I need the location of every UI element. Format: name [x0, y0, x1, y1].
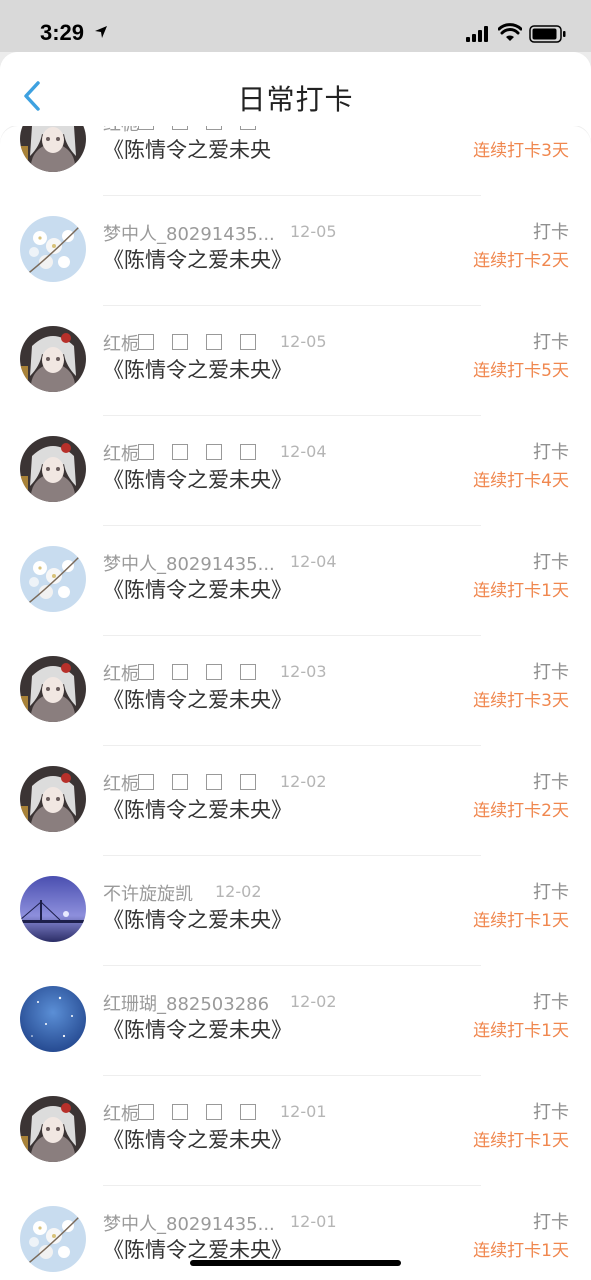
checkin-date: 12-02: [280, 772, 327, 791]
streak-count: 连续打卡4天: [473, 471, 569, 491]
list-item[interactable]: 不许旋旋凯 12-02 《陈情令之爱未央》 打卡连续打卡1天: [0, 856, 591, 966]
streak-count: 连续打卡2天: [473, 801, 569, 821]
status-time: 3:29: [40, 20, 85, 45]
checkin-label: 打卡: [533, 442, 569, 463]
streak-count: 连续打卡1天: [473, 1131, 569, 1151]
streak-count: 连续打卡1天: [473, 1241, 569, 1261]
checkin-date: 12-04: [290, 552, 337, 571]
list-item[interactable]: 红栀 12-02 《陈情令之爱未央》 打卡连续打卡2天: [0, 746, 591, 856]
missing-glyph-boxes: [138, 1104, 256, 1123]
page-title: 日常打卡: [237, 83, 354, 116]
checkin-date: 12-01: [280, 1102, 327, 1121]
user-name[interactable]: 梦中人_80291435...: [103, 220, 275, 246]
home-indicator: [190, 1260, 401, 1266]
avatar[interactable]: [20, 326, 86, 392]
missing-glyph-boxes: [138, 444, 256, 463]
checkin-date: 12-05: [290, 222, 337, 241]
book-title: 《陈情令之爱未央》: [103, 578, 292, 602]
checkin-label: 打卡: [533, 1102, 569, 1123]
status-bar: 3:29: [0, 0, 591, 52]
avatar[interactable]: [20, 546, 86, 612]
checkin-date: 12-01: [290, 1212, 337, 1231]
book-title: 《陈情令之爱未央》: [103, 798, 292, 822]
checkin-list[interactable]: 红栀《陈情令之爱未央连续打卡3天 梦中人_80291435...12-05《陈情…: [0, 106, 591, 1280]
checkin-label: 打卡: [533, 222, 569, 243]
checkin-label: 打卡: [533, 552, 569, 573]
list-item[interactable]: 红栀 12-01 《陈情令之爱未央》 打卡连续打卡1天: [0, 1076, 591, 1186]
battery-icon: [529, 25, 566, 43]
checkin-date: 12-05: [280, 332, 327, 351]
checkin-label: 打卡: [533, 1212, 569, 1233]
book-title: 《陈情令之爱未央》: [103, 908, 292, 932]
streak-count: 连续打卡3天: [473, 141, 569, 161]
checkin-label: 打卡: [533, 332, 569, 353]
list-item[interactable]: 梦中人_80291435... 12-04 《陈情令之爱未央》 打卡连续打卡1天: [0, 526, 591, 636]
user-name[interactable]: 红栀: [103, 330, 139, 356]
streak-count: 连续打卡5天: [473, 361, 569, 381]
book-title: 《陈情令之爱未央》: [103, 688, 292, 712]
checkin-label: 打卡: [533, 662, 569, 683]
avatar[interactable]: [20, 876, 86, 942]
missing-glyph-boxes: [138, 774, 256, 793]
streak-count: 连续打卡1天: [473, 581, 569, 601]
user-name[interactable]: 梦中人_80291435...: [103, 1210, 275, 1236]
list-item[interactable]: 梦中人_80291435... 12-05 《陈情令之爱未央》 打卡连续打卡2天: [0, 196, 591, 306]
avatar[interactable]: [20, 436, 86, 502]
avatar[interactable]: [20, 986, 86, 1052]
book-title: 《陈情令之爱未央》: [103, 1018, 292, 1042]
avatar[interactable]: [20, 216, 86, 282]
list-item[interactable]: 红栀 12-05 《陈情令之爱未央》 打卡连续打卡5天: [0, 306, 591, 416]
user-name[interactable]: 梦中人_80291435...: [103, 550, 275, 576]
avatar[interactable]: [20, 1206, 86, 1272]
avatar[interactable]: [20, 1096, 86, 1162]
cellular-signal-icon: [466, 26, 488, 42]
wifi-icon: [498, 23, 522, 41]
list-item[interactable]: 红珊瑚_882503286 12-02 《陈情令之爱未央》 打卡连续打卡1天: [0, 966, 591, 1076]
list-item[interactable]: 红栀 12-03 《陈情令之爱未央》 打卡连续打卡3天: [0, 636, 591, 746]
book-title: 《陈情令之爱未央》: [103, 1128, 292, 1152]
missing-glyph-boxes: [138, 334, 256, 353]
book-title: 《陈情令之爱未央》: [103, 248, 292, 272]
missing-glyph-boxes: [138, 664, 256, 683]
book-title: 《陈情令之爱未央》: [103, 358, 292, 382]
list-item[interactable]: 红栀 12-04 《陈情令之爱未央》 打卡连续打卡4天: [0, 416, 591, 526]
main-card: 日常打卡 红栀《陈情令之爱未央连续打卡3天 梦中人_80291435...12-…: [0, 52, 591, 1280]
location-arrow-icon: [95, 26, 107, 38]
checkin-date: 12-02: [290, 992, 337, 1011]
streak-count: 连续打卡3天: [473, 691, 569, 711]
checkin-date: 12-03: [280, 662, 327, 681]
checkin-label: 打卡: [533, 882, 569, 903]
user-name[interactable]: 不许旋旋凯: [103, 880, 193, 906]
user-name[interactable]: 红栀: [103, 1100, 139, 1126]
avatar[interactable]: [20, 766, 86, 832]
user-name[interactable]: 红栀: [103, 770, 139, 796]
streak-count: 连续打卡1天: [473, 911, 569, 931]
streak-count: 连续打卡1天: [473, 1021, 569, 1041]
checkin-date: 12-02: [215, 882, 262, 901]
nav-bar: 日常打卡: [0, 52, 591, 126]
avatar[interactable]: [20, 656, 86, 722]
book-title: 《陈情令之爱未央》: [103, 468, 292, 492]
user-name[interactable]: 红栀: [103, 440, 139, 466]
checkin-date: 12-04: [280, 442, 327, 461]
checkin-label: 打卡: [533, 772, 569, 793]
user-name[interactable]: 红栀: [103, 660, 139, 686]
book-title: 《陈情令之爱未央: [103, 138, 271, 162]
checkin-label: 打卡: [533, 992, 569, 1013]
user-name[interactable]: 红珊瑚_882503286: [103, 990, 269, 1016]
streak-count: 连续打卡2天: [473, 251, 569, 271]
